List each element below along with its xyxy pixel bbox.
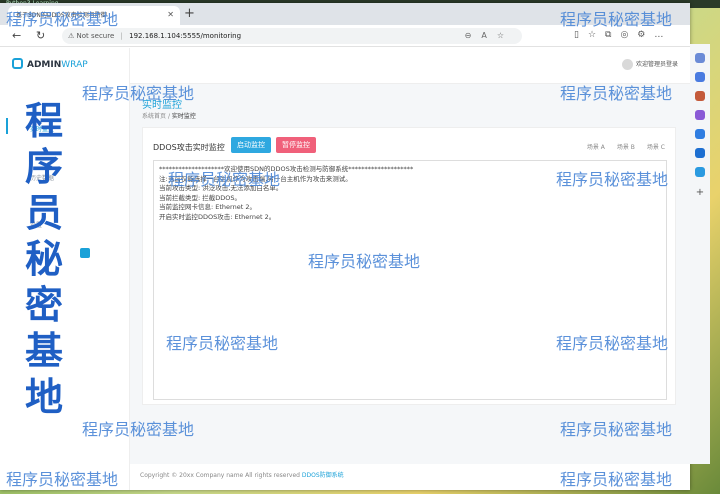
address-separator: | (120, 32, 123, 40)
main-content: 实时监控 系统首页 / 实时监控 DDOS攻击实时监控 启动监控 暂停监控 场景… (130, 84, 690, 464)
app-logo[interactable]: ADMINWRAP (12, 58, 88, 70)
user-greeting: 欢迎管理员登录 (635, 61, 678, 68)
watermark: 程序员秘密基地 (6, 470, 119, 489)
watermark: 程序员秘密基地 (556, 170, 669, 189)
scenario-tabs: 场景 A 场景 B 场景 C (575, 142, 665, 151)
chat-icon[interactable] (80, 248, 90, 258)
breadcrumb-separator: / (167, 113, 170, 120)
console-output[interactable]: ********************欢迎使用SDN的DDOS攻击检测与防御系… (153, 160, 667, 400)
watermark-vertical: 程序员秘密基地 (24, 99, 63, 419)
address-bar[interactable]: ⚠ Not secure | 192.168.1.104:5555/monito… (62, 28, 522, 44)
tab-scenario-b[interactable]: 场景 B (617, 144, 635, 151)
add-icon[interactable]: + (690, 187, 710, 198)
outlook-icon[interactable] (695, 148, 705, 158)
card-title: DDOS攻击实时监控 (153, 143, 225, 152)
watermark: 程序员秘密基地 (168, 170, 281, 189)
breadcrumb-current: 实时监控 (171, 113, 196, 120)
app-header: 欢迎管理员登录 (130, 48, 690, 84)
logo-main: ADMIN (27, 60, 62, 70)
toolbar-extension-icons[interactable]: ▯☆⧉◎⚙… (574, 30, 672, 40)
watermark: 程序员秘密基地 (82, 420, 195, 439)
search-icon[interactable] (695, 53, 705, 63)
logo-icon (12, 58, 23, 69)
tag-icon[interactable] (695, 72, 705, 82)
footer-copyright: Copyright © 20xx Company name All rights… (140, 472, 302, 479)
warning-icon: ⚠ (68, 32, 77, 40)
back-icon[interactable]: ← (12, 28, 21, 44)
logo-accent: WRAP (61, 60, 88, 70)
new-tab-button[interactable]: + (184, 6, 195, 22)
address-bar-icons[interactable]: ⊖A☆ (465, 28, 514, 44)
start-monitor-button[interactable]: 启动监控 (231, 137, 271, 153)
user-menu[interactable]: 欢迎管理员登录 (621, 59, 678, 70)
edge-sidebar: + (690, 44, 710, 464)
watermark: 程序员秘密基地 (556, 334, 669, 353)
office-icon[interactable] (695, 129, 705, 139)
games-icon[interactable] (695, 110, 705, 120)
watermark: 程序员秘密基地 (82, 84, 195, 103)
send-icon[interactable] (695, 167, 705, 177)
watermark: 程序员秘密基地 (560, 84, 673, 103)
breadcrumb-home[interactable]: 系统首页 (142, 113, 166, 120)
security-status: Not secure (76, 32, 115, 40)
watermark: 程序员秘密基地 (166, 334, 279, 353)
footer-link[interactable]: DDOS防御系统 (302, 472, 344, 479)
console-line: 开启实时监控DDOS攻击: Ethernet 2。 (159, 212, 276, 221)
active-indicator (6, 118, 8, 134)
close-icon[interactable]: ✕ (167, 10, 174, 19)
breadcrumb: 系统首页 / 实时监控 (142, 111, 196, 120)
watermark: 程序员秘密基地 (560, 10, 673, 29)
console-line: 当前监控网卡信息: Ethernet 2。 (159, 203, 256, 211)
watermark: 程序员秘密基地 (308, 252, 421, 271)
avatar (621, 59, 633, 70)
refresh-icon[interactable]: ↻ (36, 28, 45, 44)
briefcase-icon[interactable] (695, 91, 705, 101)
watermark: 程序员秘密基地 (6, 10, 119, 29)
watermark: 程序员秘密基地 (560, 420, 673, 439)
pause-monitor-button[interactable]: 暂停监控 (276, 137, 316, 153)
tab-scenario-c[interactable]: 场景 C (647, 144, 665, 151)
tab-scenario-a[interactable]: 场景 A (587, 144, 605, 151)
console-line: 当前拦截类型: 拦截DDOS。 (159, 193, 242, 202)
watermark: 程序员秘密基地 (560, 470, 673, 489)
url-text: 192.168.1.104:5555/monitoring (129, 32, 242, 40)
